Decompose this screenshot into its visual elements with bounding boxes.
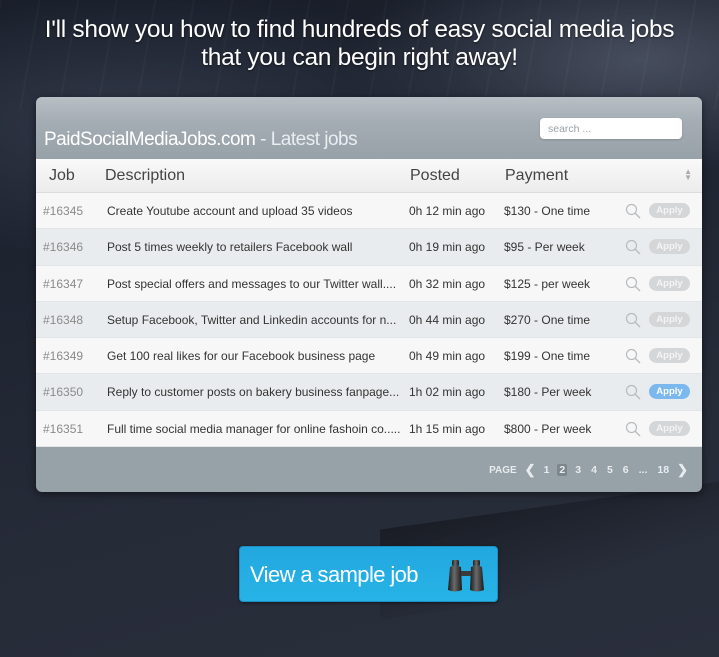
headline: I'll show you how to find hundreds of ea… — [0, 16, 719, 72]
pagination-label: PAGE — [489, 464, 517, 476]
table-row[interactable]: #16350 Reply to customer posts on bakery … — [36, 374, 702, 411]
magnifier-icon[interactable] — [625, 348, 641, 364]
job-posted: 0h 44 min ago — [409, 312, 486, 327]
jobs-panel: PaidSocialMediaJobs.com - Latest jobs Jo… — [36, 97, 702, 492]
job-id: #16347 — [43, 276, 84, 291]
apply-button[interactable]: Apply — [649, 384, 690, 400]
table-row[interactable]: #16351 Full time social media manager for… — [36, 410, 702, 448]
job-payment: $800 - Per week — [504, 421, 592, 436]
view-sample-job-button[interactable]: View a sample job — [239, 546, 498, 602]
job-description[interactable]: Post special offers and messages to our … — [107, 277, 396, 291]
job-id: #16345 — [43, 204, 84, 218]
job-posted: 0h 19 min ago — [409, 240, 486, 255]
job-description[interactable]: Post 5 times weekly to retailers Faceboo… — [107, 240, 352, 254]
job-posted: 0h 32 min ago — [409, 276, 486, 291]
chevron-right-icon[interactable]: ❯ — [677, 462, 688, 478]
page-link-4[interactable]: 4 — [589, 464, 599, 476]
magnifier-icon[interactable] — [625, 421, 641, 437]
headline-line-1: I'll show you how to find hundreds of ea… — [44, 16, 675, 43]
search-input[interactable] — [540, 118, 682, 139]
magnifier-icon[interactable] — [625, 276, 641, 292]
job-id: #16346 — [43, 240, 84, 255]
sort-arrows-icon[interactable]: ▲ ▼ — [684, 168, 692, 182]
apply-button[interactable]: Apply — [649, 203, 690, 218]
table-row[interactable]: #16345 Create Youtube account and upload … — [36, 193, 702, 230]
job-payment: $95 - Per week — [504, 240, 585, 255]
job-description[interactable]: Setup Facebook, Twitter and Linkedin acc… — [107, 313, 396, 327]
page-link-1[interactable]: 1 — [542, 464, 552, 476]
apply-button[interactable]: Apply — [649, 311, 690, 327]
magnifier-icon[interactable] — [625, 239, 641, 255]
job-posted: 0h 12 min ago — [409, 204, 486, 218]
magnifier-icon[interactable] — [625, 384, 641, 400]
job-id: #16351 — [43, 421, 84, 436]
job-payment: $199 - One time — [504, 349, 591, 364]
job-payment: $130 - One time — [504, 204, 591, 218]
job-description[interactable]: Full time social media manager for onlin… — [107, 422, 400, 436]
magnifier-icon[interactable] — [625, 203, 641, 219]
panel-header: PaidSocialMediaJobs.com - Latest jobs — [36, 97, 702, 159]
site-name: PaidSocialMediaJobs.com — [44, 129, 256, 150]
page-link-6[interactable]: 6 — [621, 464, 631, 476]
column-header-posted[interactable]: Posted — [410, 167, 460, 185]
job-id: #16350 — [43, 385, 84, 400]
table-row[interactable]: #16349 Get 100 real likes for our Faceboo… — [36, 338, 702, 375]
pagination-ellipsis: ... — [638, 464, 648, 476]
panel-title: PaidSocialMediaJobs.com - Latest jobs — [44, 129, 358, 151]
page-link-2[interactable]: 2 — [557, 464, 568, 476]
apply-button[interactable]: Apply — [649, 348, 690, 364]
apply-button[interactable]: Apply — [649, 275, 690, 291]
page-link-5[interactable]: 5 — [605, 464, 615, 476]
job-id: #16349 — [43, 349, 84, 364]
apply-button[interactable]: Apply — [649, 420, 690, 436]
job-id: #16348 — [43, 312, 84, 327]
job-description[interactable]: Create Youtube account and upload 35 vid… — [107, 204, 353, 218]
page-link-18[interactable]: 18 — [655, 464, 671, 476]
pagination: PAGE ❮ 1 2 3 4 5 6... 18 ❯ — [489, 462, 688, 478]
job-posted: 1h 15 min ago — [409, 421, 486, 436]
table-row[interactable]: #16347 Post special offers and messages t… — [36, 265, 702, 302]
view-sample-job-label: View a sample job — [250, 562, 419, 587]
job-payment: $270 - One time — [504, 312, 591, 327]
job-posted: 1h 02 min ago — [409, 385, 486, 400]
job-posted: 0h 49 min ago — [409, 349, 486, 364]
column-header-payment[interactable]: Payment — [505, 167, 568, 185]
column-header-description[interactable]: Description — [105, 167, 185, 185]
job-description[interactable]: Get 100 real likes for our Facebook busi… — [107, 349, 375, 363]
panel-subtitle: - Latest jobs — [255, 129, 358, 150]
jobs-table-body: #16345 Create Youtube account and upload … — [36, 193, 702, 448]
job-payment: $180 - Per week — [504, 385, 592, 400]
job-payment: $125 - per week — [504, 276, 591, 291]
table-header: Job Description Posted Payment ▲ ▼ — [36, 159, 702, 193]
column-header-job[interactable]: Job — [49, 167, 75, 185]
headline-line-2: that you can begin right away! — [201, 44, 518, 71]
table-row[interactable]: #16346 Post 5 times weekly to retailers F… — [36, 229, 702, 266]
job-description[interactable]: Reply to customer posts on bakery busine… — [107, 385, 399, 399]
page-link-3[interactable]: 3 — [573, 464, 583, 476]
binoculars-icon — [448, 560, 484, 592]
magnifier-icon[interactable] — [625, 312, 641, 328]
table-row[interactable]: #16348 Setup Facebook, Twitter and Linked… — [36, 301, 702, 339]
apply-button[interactable]: Apply — [649, 239, 690, 255]
chevron-left-icon[interactable]: ❮ — [525, 462, 536, 478]
